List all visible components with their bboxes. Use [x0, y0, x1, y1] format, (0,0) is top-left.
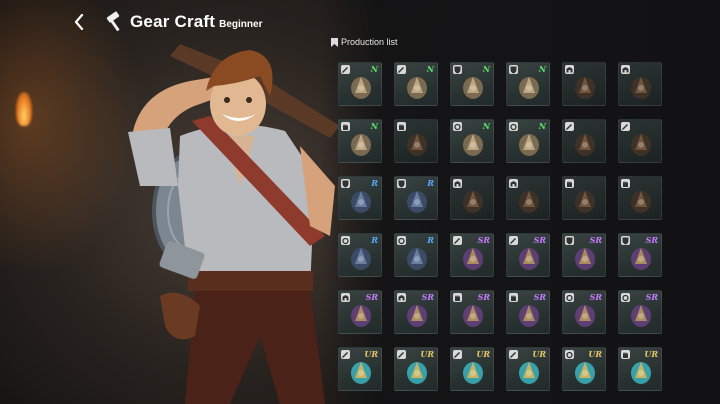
sword-icon [351, 77, 371, 99]
cloth-robe-icon [519, 77, 539, 99]
page-subtitle: Beginner [219, 19, 263, 30]
jeweled-ring-icon [631, 305, 651, 327]
ruby-amulet-icon [575, 305, 595, 327]
azure-axe-icon [407, 362, 427, 384]
page-title: Gear Craft [130, 12, 216, 31]
craft-slot[interactable]: UR [618, 347, 662, 391]
vambrace-icon [631, 191, 651, 213]
ornate-bracelet-icon [575, 362, 595, 384]
craft-slot[interactable]: SR [618, 233, 662, 277]
crown-icon [407, 305, 427, 327]
craft-slot[interactable]: UR [562, 347, 606, 391]
craft-slot[interactable] [562, 62, 606, 106]
craft-slot[interactable]: SR [506, 233, 550, 277]
craft-slot[interactable]: R [338, 176, 382, 220]
craft-slot[interactable] [506, 176, 550, 220]
back-button[interactable] [68, 8, 90, 36]
dagger-icon [575, 134, 595, 156]
knight-armor-icon [631, 248, 651, 270]
charm-icon [407, 248, 427, 270]
great-helm-icon [351, 305, 371, 327]
necklace-icon [519, 134, 539, 156]
golden-gauntlet-icon [631, 362, 651, 384]
jeweled-bracer-icon [519, 305, 539, 327]
craft-slot[interactable]: SR [562, 233, 606, 277]
craft-slot[interactable]: SR [618, 290, 662, 334]
golden-sword-icon [463, 248, 483, 270]
breastplate-icon [351, 191, 371, 213]
belt-icon [631, 77, 651, 99]
craft-slot[interactable]: N [450, 119, 494, 163]
hammer-icon [106, 11, 120, 32]
glove-icon [575, 191, 595, 213]
production-list-header: Production list [331, 37, 398, 47]
hooded-cloak-icon [407, 191, 427, 213]
plate-armor-icon [575, 248, 595, 270]
spear-icon [631, 134, 651, 156]
craft-slot[interactable] [562, 119, 606, 163]
craft-slot[interactable]: N [506, 62, 550, 106]
craft-slot[interactable]: N [338, 62, 382, 106]
craft-slot[interactable]: SR [338, 290, 382, 334]
iron-helmet-icon [463, 191, 483, 213]
chest-armor-icon [463, 77, 483, 99]
bookmark-icon [331, 37, 338, 47]
ring-icon [463, 134, 483, 156]
craft-slot[interactable] [562, 176, 606, 220]
craft-slot[interactable] [450, 176, 494, 220]
chevron-left-icon [74, 14, 84, 30]
leather-whip-icon [407, 77, 427, 99]
craft-slot[interactable]: R [394, 233, 438, 277]
character-portrait [128, 44, 340, 404]
craft-slot[interactable] [618, 62, 662, 106]
craft-slot[interactable]: SR [394, 290, 438, 334]
header-bar: Gear Craft Beginner [68, 8, 262, 36]
craft-slot[interactable]: SR [506, 290, 550, 334]
bracer-icon [407, 134, 427, 156]
craft-slot[interactable]: N [394, 62, 438, 106]
craft-slot[interactable] [618, 176, 662, 220]
torch-glow [16, 92, 32, 126]
craft-slot[interactable]: SR [450, 233, 494, 277]
craft-slot[interactable] [394, 119, 438, 163]
dark-helmet-icon [575, 77, 595, 99]
crescent-scythe-icon [519, 362, 539, 384]
craft-slot[interactable]: R [338, 233, 382, 277]
production-grid: N N N N N N N R R R R SR SR SR SR SR SR SR SR SR SR UR UR UR UR U… [338, 62, 674, 392]
production-list-label: Production list [341, 37, 398, 47]
craft-slot[interactable]: N [338, 119, 382, 163]
craft-slot[interactable]: UR [450, 347, 494, 391]
craft-slot[interactable]: SR [450, 290, 494, 334]
pendant-icon [351, 248, 371, 270]
crystal-sword-icon [351, 362, 371, 384]
craft-slot[interactable]: SR [562, 290, 606, 334]
cap-icon [519, 191, 539, 213]
craft-slot[interactable]: UR [394, 347, 438, 391]
golden-staff-icon [519, 248, 539, 270]
craft-slot[interactable]: N [506, 119, 550, 163]
craft-slot[interactable]: N [450, 62, 494, 106]
craft-slot[interactable]: R [394, 176, 438, 220]
plate-gauntlet-icon [463, 305, 483, 327]
craft-slot[interactable] [618, 119, 662, 163]
craft-slot[interactable]: UR [506, 347, 550, 391]
gauntlet-icon [351, 134, 371, 156]
craft-slot[interactable]: UR [338, 347, 382, 391]
jade-blade-icon [463, 362, 483, 384]
